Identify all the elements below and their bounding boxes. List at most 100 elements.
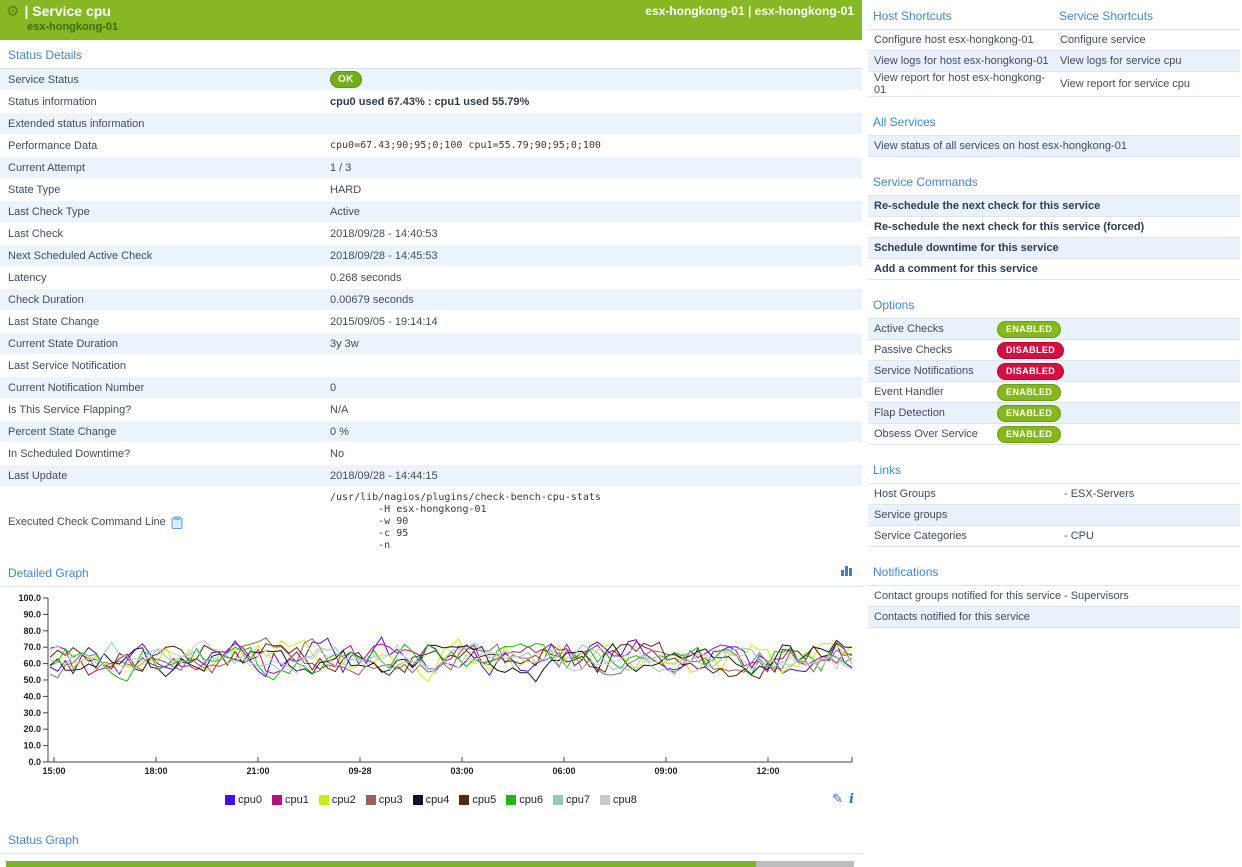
- shortcut-link[interactable]: View report for service cpu: [1054, 78, 1240, 90]
- service-command-link[interactable]: Schedule downtime for this service: [868, 238, 1240, 259]
- status-row-label: Last Service Notification: [0, 360, 330, 372]
- status-row-value: HARD: [330, 184, 862, 196]
- legend-swatch: [506, 795, 516, 805]
- status-row: Current State Duration3y 3w: [0, 333, 862, 355]
- svg-text:18:00: 18:00: [144, 766, 167, 776]
- service-command-link[interactable]: Re-schedule the next check for this serv…: [868, 196, 1240, 217]
- svg-text:0.0: 0.0: [28, 757, 41, 767]
- status-row-value: 0: [330, 382, 862, 394]
- status-row-value: Active: [330, 206, 862, 218]
- all-services-link[interactable]: View status of all services on host esx-…: [868, 136, 1240, 157]
- status-row: Extended status information: [0, 113, 862, 135]
- status-row: Service StatusOK: [0, 69, 862, 91]
- header-host-breadcrumb[interactable]: esx-hongkong-01 | esx-hongkong-01: [645, 4, 854, 18]
- info-icon[interactable]: i: [849, 792, 854, 807]
- legend-item: cpu7: [553, 794, 590, 806]
- link-row[interactable]: Host Groups- ESX-Servers: [868, 484, 1240, 505]
- status-row-value: 0.00679 seconds: [330, 294, 862, 306]
- notifications-header: Notifications: [868, 556, 1240, 585]
- status-row-value: 2018/09/28 - 14:40:53: [330, 228, 862, 240]
- link-row-value: - CPU: [1064, 530, 1094, 542]
- svg-text:06:00: 06:00: [552, 766, 575, 776]
- bar-chart-icon[interactable]: [841, 566, 852, 576]
- option-state: ENABLED: [997, 321, 1061, 338]
- header-hostname[interactable]: esx-hongkong-01: [27, 21, 854, 33]
- notification-row[interactable]: Contact groups notified for this service…: [868, 586, 1240, 607]
- shortcut-link[interactable]: Configure service: [1054, 34, 1240, 46]
- link-row-value: - ESX-Servers: [1064, 488, 1134, 500]
- status-row-label: State Type: [0, 184, 330, 196]
- status-row: Percent State Change0 %: [0, 421, 862, 443]
- detailed-graph-title: Detailed Graph: [8, 566, 89, 580]
- service-shortcuts-header: Service Shortcuts: [1054, 0, 1240, 29]
- options-table: Active ChecksENABLEDPassive ChecksDISABL…: [868, 318, 1240, 445]
- legend-label: cpu3: [379, 794, 403, 806]
- link-row-label: Service Categories: [868, 530, 1064, 542]
- legend-item: cpu3: [366, 794, 403, 806]
- clipboard-icon[interactable]: [171, 516, 183, 529]
- link-row-label: Service groups: [868, 509, 1064, 521]
- status-row: Last Service Notification: [0, 355, 862, 377]
- legend-swatch: [553, 795, 563, 805]
- legend-label: cpu0: [238, 794, 262, 806]
- option-row[interactable]: Active ChecksENABLED: [868, 319, 1240, 340]
- status-row: Status informationcpu0 used 67.43% : cpu…: [0, 91, 862, 113]
- status-graph-header: Status Graph: [0, 825, 862, 854]
- option-row[interactable]: Obsess Over ServiceENABLED: [868, 424, 1240, 445]
- notification-row-label: Contacts notified for this service: [868, 611, 1064, 623]
- status-segment-undetermined: [756, 861, 854, 867]
- link-row-label: Host Groups: [868, 488, 1064, 500]
- option-state-badge: ENABLED: [997, 426, 1061, 443]
- service-command-link[interactable]: Add a comment for this service: [868, 259, 1240, 280]
- option-state: ENABLED: [997, 384, 1061, 401]
- shortcut-link[interactable]: View logs for host esx-hongkong-01: [868, 55, 1054, 67]
- shortcut-row: View report for host esx-hongkong-01View…: [868, 72, 1240, 97]
- legend-label: cpu1: [285, 794, 309, 806]
- service-command-link[interactable]: Re-schedule the next check for this serv…: [868, 217, 1240, 238]
- shortcut-link[interactable]: View report for host esx-hongkong-01: [868, 72, 1054, 96]
- option-row[interactable]: Flap DetectionENABLED: [868, 403, 1240, 424]
- status-row: Next Scheduled Active Check2018/09/28 - …: [0, 245, 862, 267]
- status-row-label: Service Status: [0, 74, 330, 86]
- link-row[interactable]: Service Categories- CPU: [868, 526, 1240, 547]
- legend-swatch: [600, 795, 610, 805]
- option-row[interactable]: Service NotificationsDISABLED: [868, 361, 1240, 382]
- gear-icon[interactable]: ⚙: [6, 4, 19, 19]
- notification-row-label: Contact groups notified for this service: [868, 590, 1064, 602]
- status-row-value: 2018/09/28 - 14:44:15: [330, 470, 862, 482]
- status-row-value: 2015/09/05 - 19:14:14: [330, 316, 862, 328]
- option-label: Obsess Over Service: [868, 428, 997, 440]
- svg-text:20.0: 20.0: [23, 724, 41, 734]
- notification-row[interactable]: Contacts notified for this service: [868, 607, 1240, 628]
- legend-swatch: [225, 795, 235, 805]
- legend-item: cpu4: [413, 794, 450, 806]
- status-details-header: Status Details: [0, 40, 862, 69]
- service-commands-table: Re-schedule the next check for this serv…: [868, 195, 1240, 280]
- legend-item: cpu0: [225, 794, 262, 806]
- option-state-badge: ENABLED: [997, 384, 1061, 401]
- svg-text:30.0: 30.0: [23, 708, 41, 718]
- link-row[interactable]: Service groups: [868, 505, 1240, 526]
- notification-row-value: - Supervisors: [1064, 590, 1129, 602]
- option-row[interactable]: Passive ChecksDISABLED: [868, 340, 1240, 361]
- detailed-graph-header: Detailed Graph: [0, 558, 862, 587]
- status-row-label: Last Update: [0, 470, 330, 482]
- status-row-value: cpu0 used 67.43% : cpu1 used 55.79%: [330, 96, 862, 108]
- pencil-icon[interactable]: ✎: [832, 791, 843, 807]
- detailed-graph[interactable]: 0.010.020.030.040.050.060.070.080.090.01…: [0, 587, 862, 787]
- svg-text:09-28: 09-28: [348, 766, 371, 776]
- status-row-label: Current Attempt: [0, 162, 330, 174]
- status-row: Last State Change2015/09/05 - 19:14:14: [0, 311, 862, 333]
- status-row-value: No: [330, 448, 862, 460]
- detailed-graph-svg[interactable]: 0.010.020.030.040.050.060.070.080.090.01…: [6, 590, 858, 782]
- status-details-table: Service StatusOKStatus informationcpu0 u…: [0, 69, 862, 558]
- option-row[interactable]: Event HandlerENABLED: [868, 382, 1240, 403]
- shortcut-link[interactable]: Configure host esx-hongkong-01: [868, 34, 1054, 46]
- status-row-label: Extended status information: [0, 118, 330, 130]
- legend-item: cpu5: [459, 794, 496, 806]
- shortcut-link[interactable]: View logs for service cpu: [1054, 55, 1240, 67]
- status-row-label: Check Duration: [0, 294, 330, 306]
- status-row-value: N/A: [330, 404, 862, 416]
- svg-text:09:00: 09:00: [654, 766, 677, 776]
- option-label: Flap Detection: [868, 407, 997, 419]
